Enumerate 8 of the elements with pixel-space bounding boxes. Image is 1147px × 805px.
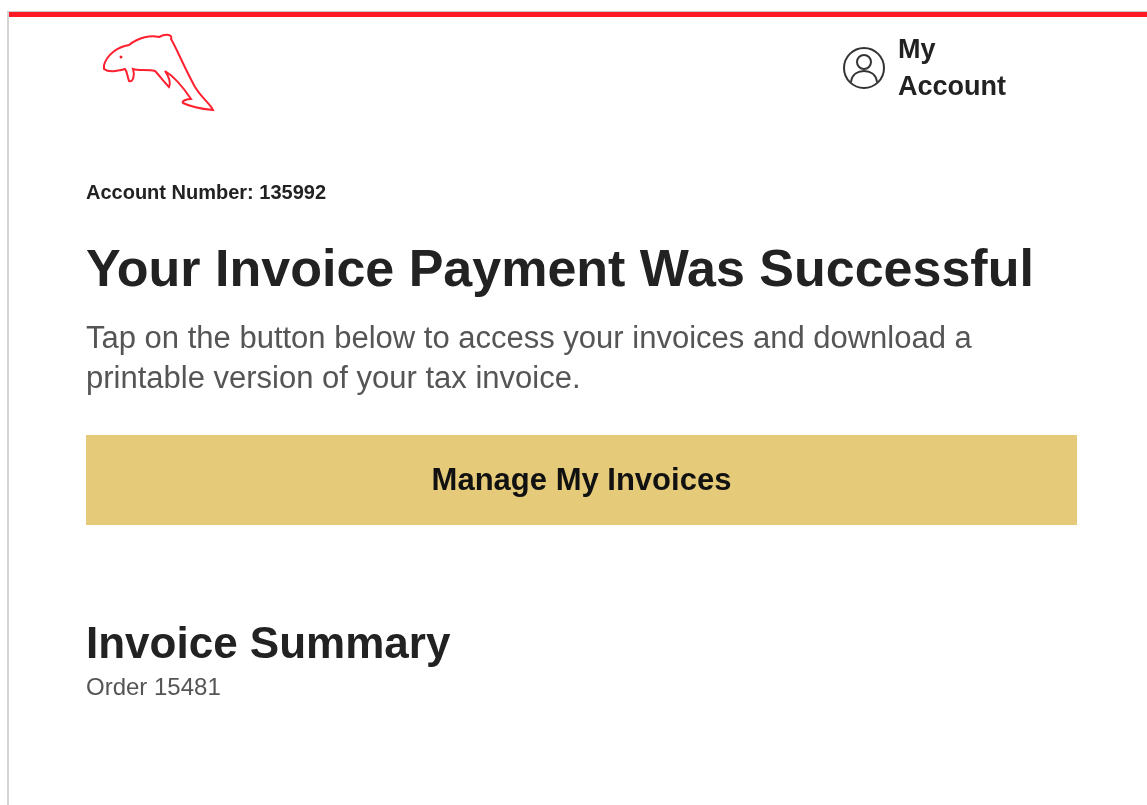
user-icon	[842, 46, 886, 90]
page-title: Your Invoice Payment Was Successful	[86, 238, 1035, 299]
manage-invoices-button[interactable]: Manage My Invoices	[86, 435, 1077, 525]
my-account-link[interactable]: My Account	[842, 31, 1026, 105]
order-number: Order 15481	[86, 673, 222, 701]
summary-title: Invoice Summary	[86, 617, 452, 669]
account-number: Account Number: 135992	[86, 181, 328, 204]
message-text: Tap on the button below to access your invoices and download a printable version of your tax invoice.	[86, 319, 973, 397]
